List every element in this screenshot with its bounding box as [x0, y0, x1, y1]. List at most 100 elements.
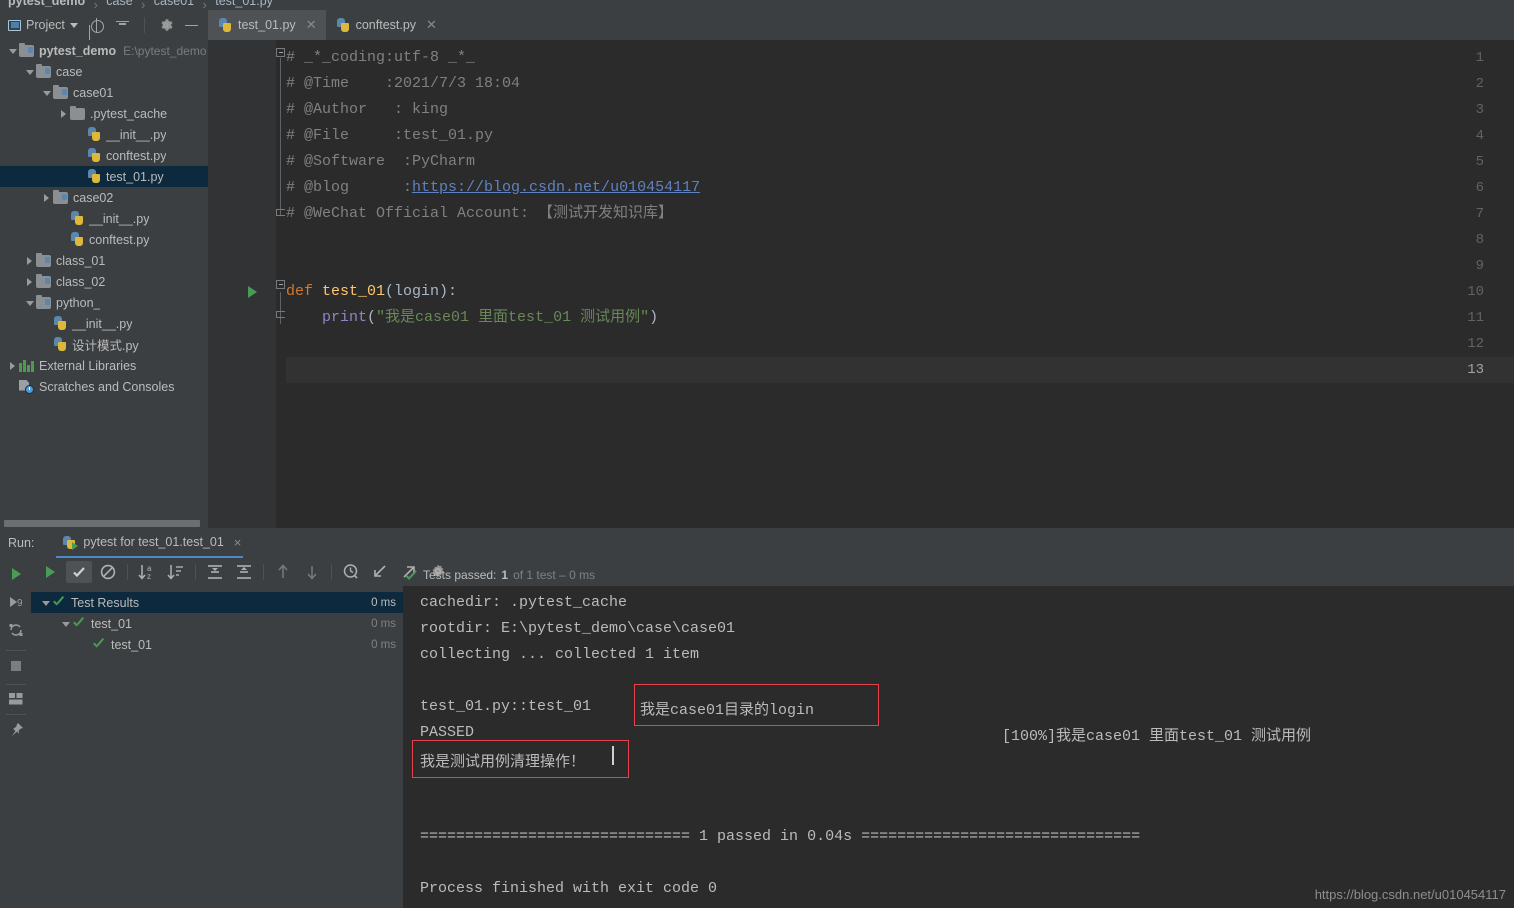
- editor-gutter[interactable]: [208, 40, 276, 528]
- tree-item-pytest-demo[interactable]: pytest_demo E:\pytest_demo: [0, 40, 208, 61]
- code-line[interactable]: # @WeChat Official Account: 【测试开发知识库】: [286, 201, 673, 227]
- close-icon[interactable]: ×: [234, 535, 242, 550]
- breadcrumb[interactable]: pytest_demo › case › case01 › test_01.py: [0, 0, 1514, 10]
- code-line[interactable]: # _*_coding:utf-8 _*_: [286, 45, 475, 71]
- tree-item-init-py[interactable]: __init__.py: [0, 313, 208, 334]
- editor-tab-test-01[interactable]: test_01.py ✕: [208, 10, 326, 40]
- chevron-right-icon[interactable]: [23, 254, 36, 267]
- tree-item-py[interactable]: 设计模式.py: [0, 334, 208, 355]
- code-line[interactable]: # @Software :PyCharm: [286, 149, 475, 175]
- arrow-placeholder: [40, 317, 53, 330]
- chevron-right-icon[interactable]: [40, 191, 53, 204]
- code-line[interactable]: # @Author : king: [286, 97, 448, 123]
- console-line: test_01.py::test_01: [420, 698, 601, 715]
- expand-all-icon[interactable]: [202, 561, 228, 583]
- editor-tab-conftest[interactable]: conftest.py ✕: [326, 10, 446, 40]
- rerun-icon[interactable]: [8, 622, 24, 638]
- close-icon[interactable]: ✕: [426, 17, 437, 33]
- test-row[interactable]: test_01 0 ms: [31, 613, 404, 634]
- minimize-icon[interactable]: [184, 18, 199, 33]
- tree-item-case02[interactable]: case02: [0, 187, 208, 208]
- code-content[interactable]: # _*_coding:utf-8 _*_ # @Time :2021/7/3 1…: [286, 40, 1514, 528]
- tree-item-case[interactable]: case: [0, 61, 208, 82]
- breadcrumb-item-2[interactable]: case01: [154, 0, 194, 7]
- collapse-all-icon[interactable]: [231, 561, 257, 583]
- debug-icon[interactable]: 9: [8, 594, 24, 610]
- tree-item-external-libraries[interactable]: External Libraries: [0, 355, 208, 376]
- project-title-button[interactable]: Project: [8, 18, 78, 32]
- arrow-placeholder: [79, 638, 92, 651]
- test-results-tree[interactable]: Test Results 0 ms test_01 0 ms test_01 0 ms: [31, 592, 404, 908]
- close-icon[interactable]: ✕: [306, 17, 317, 33]
- chevron-down-icon[interactable]: [39, 596, 52, 609]
- import-tests-icon[interactable]: [367, 561, 393, 583]
- sort-by-duration-icon[interactable]: [163, 561, 189, 583]
- editor-tab-label: conftest.py: [355, 18, 417, 32]
- code-folding-bar[interactable]: [276, 40, 286, 528]
- tree-item-init-py[interactable]: __init__.py: [0, 208, 208, 229]
- stop-icon[interactable]: [8, 658, 24, 674]
- chevron-right-icon[interactable]: [6, 359, 19, 372]
- code-line[interactable]: def test_01(login):: [286, 279, 457, 305]
- test-row[interactable]: test_01 0 ms: [31, 634, 404, 655]
- arrow-placeholder: [6, 380, 19, 393]
- tree-item-conftest-py[interactable]: conftest.py: [0, 145, 208, 166]
- pin-icon[interactable]: [8, 722, 24, 738]
- chevron-right-icon[interactable]: [57, 107, 70, 120]
- fold-collapse-icon[interactable]: [276, 48, 285, 57]
- chevron-down-icon[interactable]: [6, 44, 19, 57]
- breadcrumb-item-1[interactable]: case: [106, 0, 132, 7]
- show-passed-icon[interactable]: [66, 561, 92, 583]
- code-editor[interactable]: 1 2 3 4 5 6 7 8 9 10 11 12 13 # _*_coding:utf-8 _*_ #…: [208, 40, 1514, 528]
- test-row[interactable]: Test Results 0 ms: [31, 592, 404, 613]
- run-icon[interactable]: [8, 566, 24, 582]
- chevron-down-icon[interactable]: [23, 65, 36, 78]
- run-configuration-tab[interactable]: pytest for test_01.test_01 ×: [56, 528, 244, 558]
- layout-icon[interactable]: [8, 692, 24, 708]
- tree-item-case01[interactable]: case01: [0, 82, 208, 103]
- tree-item-python[interactable]: python_: [0, 292, 208, 313]
- code-link[interactable]: https://blog.csdn.net/u010454117: [412, 179, 700, 196]
- run-gutter-icon[interactable]: [248, 286, 257, 298]
- tree-item-pytest-cache[interactable]: .pytest_cache: [0, 103, 208, 124]
- arrow-placeholder: [74, 149, 87, 162]
- rerun-tests-icon[interactable]: [37, 561, 63, 583]
- tree-item-scratches-and-consoles[interactable]: Scratches and Consoles: [0, 376, 208, 397]
- run-console-output[interactable]: cachedir: .pytest_cache rootdir: E:\pytes…: [404, 586, 1514, 908]
- divider: [6, 714, 26, 715]
- chevron-down-icon[interactable]: [40, 86, 53, 99]
- next-failed-icon[interactable]: [299, 561, 325, 583]
- gear-icon[interactable]: [159, 18, 173, 32]
- breadcrumb-item-3[interactable]: test_01.py: [215, 0, 273, 7]
- arrow-placeholder: [40, 338, 53, 351]
- mute-breakpoints-icon[interactable]: [95, 561, 121, 583]
- history-icon[interactable]: [338, 561, 364, 583]
- collapse-all-icon[interactable]: [115, 18, 130, 33]
- test-name: test_01: [91, 616, 133, 631]
- locate-icon[interactable]: [89, 17, 104, 33]
- code-line[interactable]: # @Time :2021/7/3 18:04: [286, 71, 520, 97]
- code-line[interactable]: print("我是case01 里面test_01 测试用例"): [286, 305, 658, 331]
- prev-failed-icon[interactable]: [270, 561, 296, 583]
- project-icon: [8, 19, 21, 31]
- breadcrumb-item-0[interactable]: pytest_demo: [8, 0, 85, 7]
- chevron-right-icon[interactable]: [23, 275, 36, 288]
- tree-item-conftest-py[interactable]: conftest.py: [0, 229, 208, 250]
- tree-item-class-01[interactable]: class_01: [0, 250, 208, 271]
- tree-item-test-01-py[interactable]: test_01.py: [0, 166, 208, 187]
- project-horizontal-scrollbar[interactable]: [0, 518, 208, 528]
- scrollbar-thumb[interactable]: [4, 520, 200, 527]
- code-token: def: [286, 283, 323, 300]
- chevron-down-icon[interactable]: [59, 617, 72, 630]
- chevron-down-icon[interactable]: [23, 296, 36, 309]
- code-token: # @Author : king: [286, 101, 449, 118]
- tree-item-class-02[interactable]: class_02: [0, 271, 208, 292]
- code-line[interactable]: # @File :test_01.py: [286, 123, 493, 149]
- code-line[interactable]: # @blog :https://blog.csdn.net/u01045411…: [286, 175, 700, 201]
- fold-collapse-icon[interactable]: [276, 280, 285, 289]
- code-token: (: [367, 309, 377, 326]
- tree-item-init-py[interactable]: __init__.py: [0, 124, 208, 145]
- sort-alphabetically-icon[interactable]: az: [134, 561, 160, 583]
- project-tree[interactable]: pytest_demo E:\pytest_demo case case01 .pyte…: [0, 40, 208, 518]
- chevron-down-icon[interactable]: [69, 22, 78, 28]
